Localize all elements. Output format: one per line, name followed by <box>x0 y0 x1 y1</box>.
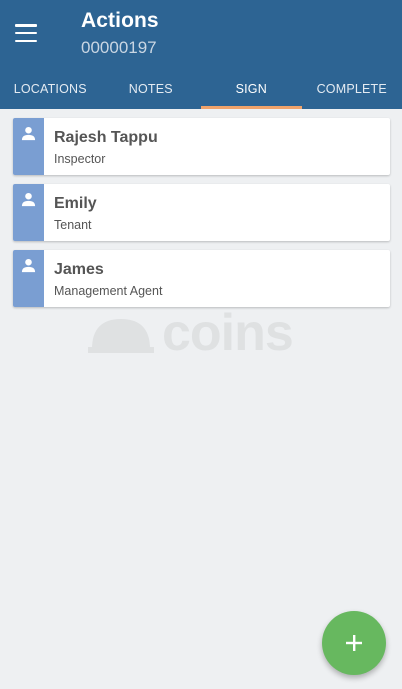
signatory-card[interactable]: Emily Tenant <box>13 184 390 241</box>
signatory-name: Rajesh Tappu <box>54 129 158 146</box>
card-body: James Management Agent <box>44 250 162 307</box>
signatory-role: Tenant <box>54 218 92 232</box>
app-header: Actions 00000197 LOCATIONS NOTES SIGN CO… <box>0 0 402 109</box>
signatory-role: Inspector <box>54 152 106 166</box>
card-strip <box>13 250 44 307</box>
person-icon <box>21 258 36 273</box>
card-body: Rajesh Tappu Inspector <box>44 118 158 175</box>
add-signatory-button[interactable] <box>322 611 386 675</box>
signatory-card[interactable]: Rajesh Tappu Inspector <box>13 118 390 175</box>
person-icon <box>21 192 36 207</box>
tab-bar: LOCATIONS NOTES SIGN COMPLETE <box>0 69 402 109</box>
hardhat-icon <box>88 319 154 353</box>
signatory-role: Management Agent <box>54 284 163 298</box>
tab-notes[interactable]: NOTES <box>101 69 202 109</box>
card-strip <box>13 118 44 175</box>
app-screen: Actions 00000197 LOCATIONS NOTES SIGN CO… <box>0 0 402 689</box>
card-strip <box>13 184 44 241</box>
signatory-card[interactable]: James Management Agent <box>13 250 390 307</box>
hamburger-menu-icon[interactable] <box>14 20 40 46</box>
page-title: Actions <box>81 9 159 32</box>
signatory-name: James <box>54 261 104 278</box>
tab-complete[interactable]: COMPLETE <box>302 69 402 109</box>
signatory-name: Emily <box>54 195 97 212</box>
person-icon <box>21 126 36 141</box>
signatory-list: Rajesh Tappu Inspector Emily Tenant Jame… <box>13 118 390 316</box>
page-subtitle: 00000197 <box>81 38 157 57</box>
tab-locations[interactable]: LOCATIONS <box>0 69 101 109</box>
plus-icon <box>346 635 362 651</box>
card-body: Emily Tenant <box>44 184 97 241</box>
tab-sign[interactable]: SIGN <box>201 69 302 109</box>
